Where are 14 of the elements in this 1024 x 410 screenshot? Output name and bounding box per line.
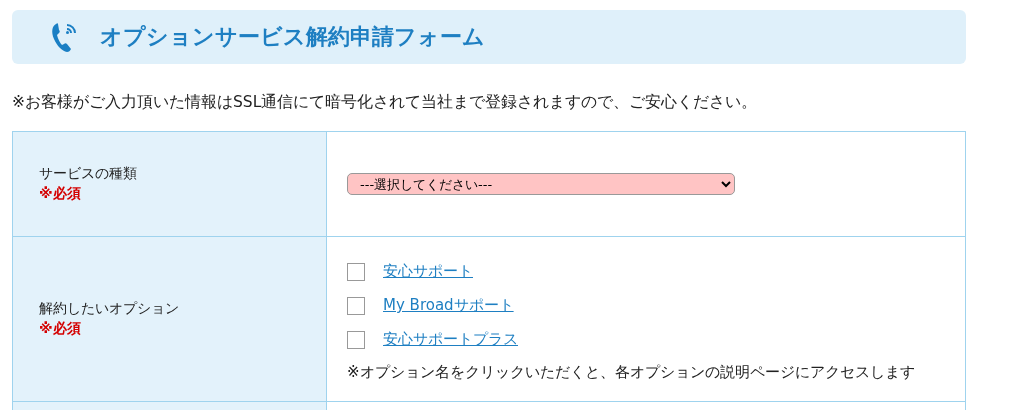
- required-mark: ※必須: [39, 185, 82, 203]
- service-select[interactable]: ---選択してください---: [347, 173, 735, 195]
- option-link[interactable]: My Broadサポート: [383, 296, 514, 316]
- field-label: 解約したいオプション: [39, 300, 180, 318]
- checkbox[interactable]: [347, 296, 365, 315]
- security-notice: ※お客様がご入力頂いた情報はSSL通信にて暗号化されて当社まで登録されますので、ご安心ください。: [12, 92, 759, 113]
- checkbox[interactable]: [347, 330, 365, 349]
- field-label: サービスの種類: [39, 165, 138, 183]
- required-mark: ※必須: [39, 320, 82, 338]
- option-note: ※オプション名をクリックいただくと、各オプションの説明ページにアクセスします: [347, 361, 916, 383]
- checkbox[interactable]: [347, 262, 365, 281]
- option-link[interactable]: 安心サポートプラス: [383, 330, 518, 350]
- form-title: オプションサービス解約申請フォーム: [100, 23, 485, 51]
- option-link[interactable]: 安心サポート: [383, 262, 473, 282]
